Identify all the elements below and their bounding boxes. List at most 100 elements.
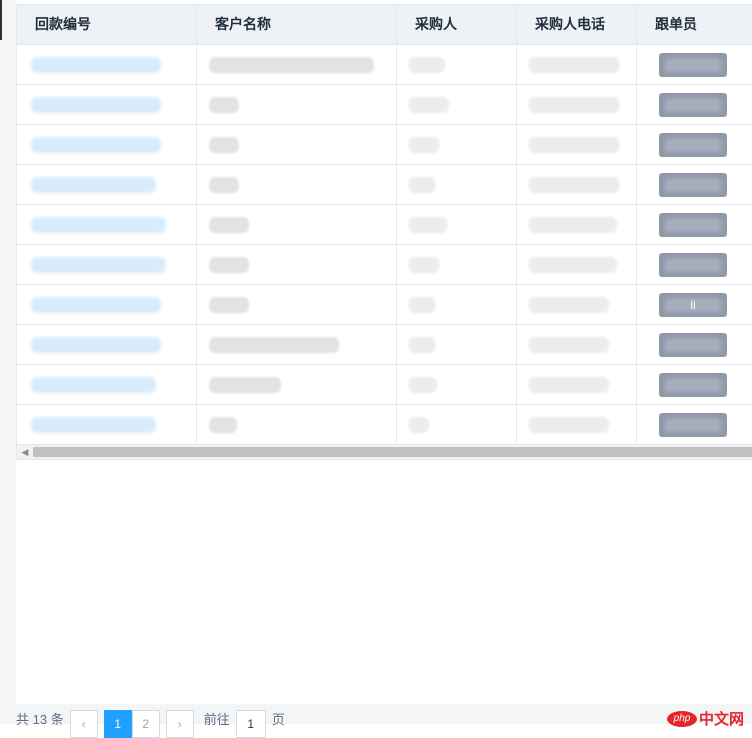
follow-up-cell bbox=[637, 365, 752, 404]
redacted-value bbox=[31, 136, 161, 153]
table-row[interactable] bbox=[17, 405, 752, 445]
purchaser-cell bbox=[397, 325, 517, 364]
redacted-value bbox=[529, 56, 619, 73]
redacted-value bbox=[209, 416, 237, 433]
redacted-value bbox=[529, 416, 609, 433]
table-row[interactable] bbox=[17, 205, 752, 245]
redacted-value bbox=[409, 216, 447, 233]
total-count: 共 13 条 bbox=[16, 712, 64, 727]
table-row[interactable] bbox=[17, 45, 752, 85]
payment-id-cell bbox=[17, 85, 197, 124]
redacted-value bbox=[31, 376, 156, 393]
purchaser-cell bbox=[397, 205, 517, 244]
payment-id-cell bbox=[17, 285, 197, 324]
redacted-value bbox=[529, 336, 609, 353]
payment-id-cell bbox=[17, 245, 197, 284]
table-row[interactable] bbox=[17, 125, 752, 165]
redacted-value bbox=[209, 56, 374, 73]
follow-up-cell bbox=[637, 125, 752, 164]
redacted-value bbox=[409, 56, 445, 73]
purchaser-phone-cell bbox=[517, 125, 637, 164]
follow-up-tag bbox=[659, 332, 727, 357]
redacted-value bbox=[209, 376, 281, 393]
horizontal-scrollbar[interactable]: ◀ bbox=[17, 445, 752, 460]
follow-up-cell bbox=[637, 405, 752, 444]
redacted-value bbox=[209, 176, 239, 193]
left-panel-edge-mark bbox=[0, 0, 2, 40]
redacted-value bbox=[31, 176, 156, 193]
purchaser-phone-cell bbox=[517, 45, 637, 84]
watermark: php 中文网 bbox=[666, 708, 744, 729]
column-header-customer-name[interactable]: 客户名称 bbox=[197, 5, 397, 44]
chevron-right-icon: › bbox=[177, 717, 182, 731]
redacted-value bbox=[209, 336, 339, 353]
follow-up-cell bbox=[637, 165, 752, 204]
follow-up-tag bbox=[659, 412, 727, 437]
redacted-value bbox=[409, 96, 449, 113]
redacted-value bbox=[529, 376, 609, 393]
column-header-purchaser-phone[interactable]: 采购人电话 bbox=[517, 5, 637, 44]
redacted-value bbox=[409, 256, 439, 273]
scroll-left-icon[interactable]: ◀ bbox=[19, 446, 31, 458]
table-row[interactable] bbox=[17, 365, 752, 405]
purchaser-phone-cell bbox=[517, 245, 637, 284]
purchaser-phone-cell bbox=[517, 285, 637, 324]
table-row[interactable]: li bbox=[17, 285, 752, 325]
pagination: 共 13 条 ‹ 1 2 › 前往 1 页 bbox=[16, 710, 285, 738]
page-numbers: 1 2 bbox=[103, 710, 160, 738]
redacted-value bbox=[409, 136, 439, 153]
redacted-value bbox=[31, 96, 161, 113]
redacted-value bbox=[209, 96, 239, 113]
purchaser-cell bbox=[397, 125, 517, 164]
follow-up-tag bbox=[659, 252, 727, 277]
page-2-button[interactable]: 2 bbox=[131, 710, 160, 738]
purchaser-phone-cell bbox=[517, 365, 637, 404]
purchaser-phone-cell bbox=[517, 325, 637, 364]
redacted-value bbox=[529, 96, 619, 113]
customer-name-cell bbox=[197, 285, 397, 324]
payment-id-cell bbox=[17, 325, 197, 364]
table-row[interactable] bbox=[17, 325, 752, 365]
table-row[interactable] bbox=[17, 245, 752, 285]
purchaser-cell bbox=[397, 165, 517, 204]
next-page-button[interactable]: › bbox=[165, 710, 194, 738]
redacted-value bbox=[409, 176, 435, 193]
redacted-value bbox=[409, 296, 435, 313]
prev-page-button[interactable]: ‹ bbox=[69, 710, 98, 738]
follow-up-cell bbox=[637, 205, 752, 244]
goto-page-input[interactable]: 1 bbox=[235, 710, 266, 738]
redacted-value bbox=[209, 256, 249, 273]
customer-name-cell bbox=[197, 85, 397, 124]
scrollbar-thumb[interactable] bbox=[33, 447, 752, 457]
payment-id-cell bbox=[17, 45, 197, 84]
table-row[interactable] bbox=[17, 165, 752, 205]
redacted-value bbox=[409, 376, 437, 393]
table-row[interactable] bbox=[17, 85, 752, 125]
table-header: 回款编号 客户名称 采购人 采购人电话 跟单员 bbox=[17, 5, 752, 45]
payment-id-cell bbox=[17, 405, 197, 444]
purchaser-cell bbox=[397, 285, 517, 324]
redacted-value bbox=[31, 416, 156, 433]
redacted-value bbox=[529, 216, 617, 233]
customer-name-cell bbox=[197, 125, 397, 164]
customer-name-cell bbox=[197, 405, 397, 444]
column-header-follow-up[interactable]: 跟单员 bbox=[637, 5, 752, 44]
follow-up-cell bbox=[637, 85, 752, 124]
payment-table: 回款编号 客户名称 采购人 采购人电话 跟单员 li ◀ bbox=[16, 4, 752, 460]
purchaser-phone-cell bbox=[517, 165, 637, 204]
follow-up-tag bbox=[659, 132, 727, 157]
redacted-value bbox=[31, 56, 161, 73]
php-logo: php bbox=[666, 710, 697, 727]
page-1-button[interactable]: 1 bbox=[103, 710, 132, 738]
customer-name-cell bbox=[197, 205, 397, 244]
customer-name-cell bbox=[197, 325, 397, 364]
left-panel-edge bbox=[0, 0, 16, 724]
column-header-payment-id[interactable]: 回款编号 bbox=[17, 5, 197, 44]
redacted-value bbox=[209, 296, 249, 313]
redacted-value bbox=[209, 216, 249, 233]
purchaser-cell bbox=[397, 365, 517, 404]
column-header-purchaser[interactable]: 采购人 bbox=[397, 5, 517, 44]
customer-name-cell bbox=[197, 165, 397, 204]
payment-id-cell bbox=[17, 205, 197, 244]
redacted-value bbox=[529, 256, 617, 273]
